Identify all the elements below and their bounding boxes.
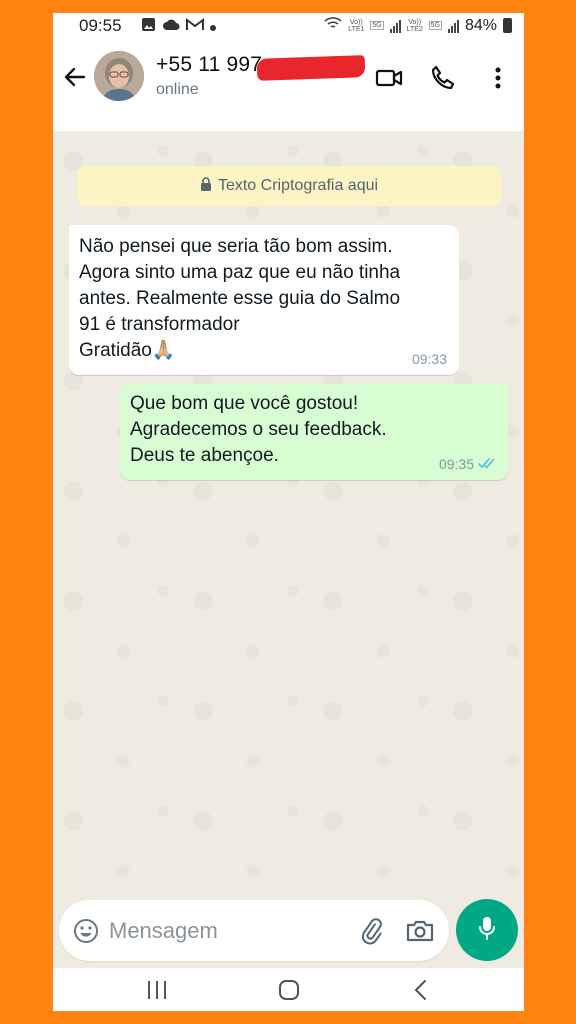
status-time: 09:55 (79, 16, 122, 35)
home-icon[interactable] (275, 978, 303, 1002)
avatar[interactable] (94, 51, 144, 101)
chat-header: +55 11 997 online (53, 39, 524, 131)
message-time: 09:35 (439, 456, 496, 472)
mic-icon (475, 914, 499, 947)
message-time: 09:33 (412, 351, 447, 367)
encryption-notice[interactable]: Texto Criptografia aqui (77, 166, 501, 206)
status-bar: 09:55 Vo)) LTE1 5G Vo)) LTE2 5G 84% (53, 13, 524, 39)
gmail-icon (186, 18, 204, 36)
phone-screen: 09:55 Vo)) LTE1 5G Vo)) LTE2 5G 84% +55 … (53, 13, 524, 1011)
incoming-message[interactable]: Não pensei que seria tão bom assim. Agor… (69, 225, 459, 375)
system-nav-bar (53, 968, 524, 1011)
gallery-icon (141, 17, 156, 37)
wifi-icon (324, 16, 342, 35)
dot-icon (210, 18, 216, 36)
contact-status: online (156, 81, 199, 98)
redaction-scribble (256, 55, 366, 81)
more-vert-icon[interactable] (483, 63, 513, 93)
attach-icon[interactable] (358, 917, 386, 945)
mic-button[interactable] (456, 899, 518, 961)
outgoing-message[interactable]: Que bom que você gostou! Agradecemos o s… (120, 384, 508, 480)
contact-name[interactable]: +55 11 997 (156, 53, 262, 77)
message-composer (59, 900, 449, 961)
sim2-label: Vo)) LTE2 (406, 18, 423, 33)
phone-icon[interactable] (428, 63, 458, 93)
sim-tag-1: 5G (370, 21, 384, 30)
time-label: 09:33 (411, 351, 447, 367)
double-check-icon (478, 456, 496, 472)
chat-area[interactable]: Texto Criptografia aqui Não pensei que s… (53, 131, 524, 889)
nav-back-icon[interactable] (407, 978, 435, 1002)
signal-bars-1-icon (389, 19, 401, 33)
notification-icons (141, 17, 216, 37)
sim1-label: Vo)) LTE1 (348, 18, 365, 33)
message-text: Não pensei que seria tão bom assim. Agor… (79, 236, 401, 361)
camera-icon[interactable] (405, 917, 435, 945)
sim-tag-2: 5G (428, 21, 442, 30)
message-text: Que bom que você gostou! Agradecemos o s… (130, 393, 387, 466)
signal-bars-2-icon (447, 19, 459, 33)
system-indicators: Vo)) LTE1 5G Vo)) LTE2 5G 84% (324, 16, 512, 35)
video-call-icon[interactable] (375, 63, 405, 93)
lock-icon (200, 176, 212, 196)
back-arrow-icon[interactable] (61, 63, 89, 91)
encryption-text: Texto Criptografia aqui (217, 177, 379, 194)
battery-percent: 84% (464, 16, 497, 34)
time-label: 09:35 (438, 456, 474, 472)
cloud-icon (162, 18, 180, 36)
battery-icon (503, 18, 512, 33)
recent-apps-icon[interactable] (143, 978, 171, 1002)
message-input[interactable] (107, 912, 351, 950)
emoji-icon[interactable] (72, 917, 100, 945)
